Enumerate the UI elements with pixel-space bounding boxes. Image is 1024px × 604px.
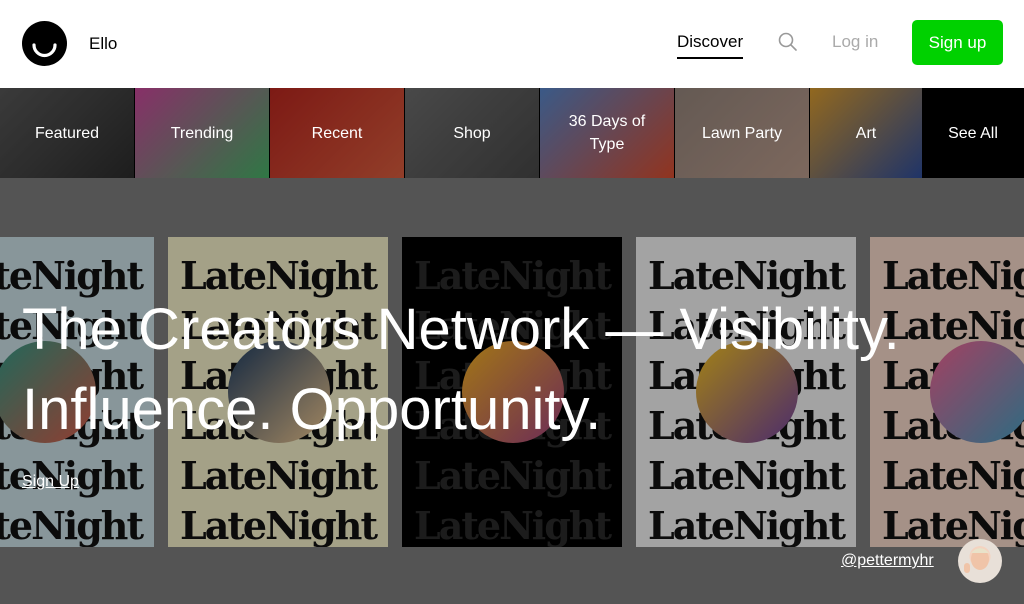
login-link[interactable]: Log in bbox=[832, 32, 878, 52]
category-tile-art[interactable]: Art bbox=[810, 88, 922, 178]
hero-headline: The Creators Network — Visibility. Influ… bbox=[22, 297, 900, 442]
category-tile-shop[interactable]: Shop bbox=[405, 88, 539, 178]
category-label: Art bbox=[855, 124, 877, 142]
nav-discover-link[interactable]: Discover bbox=[677, 32, 744, 59]
ello-logo-icon[interactable] bbox=[22, 21, 67, 66]
top-header: Ello Discover Log in Sign up bbox=[0, 0, 1024, 88]
category-tile-36-days-of-type[interactable]: 36 Days of Type bbox=[540, 88, 674, 178]
category-label: See All bbox=[948, 124, 998, 142]
category-tile-see-all[interactable]: See All bbox=[923, 88, 1023, 178]
category-tile-lawn-party[interactable]: Lawn Party bbox=[675, 88, 809, 178]
signup-button[interactable]: Sign up bbox=[912, 20, 1003, 65]
category-tile-featured[interactable]: Featured bbox=[0, 88, 134, 178]
category-label: Recent bbox=[311, 124, 363, 142]
search-icon[interactable] bbox=[777, 31, 799, 53]
artist-credit-link[interactable]: @pettermyhr bbox=[841, 552, 934, 570]
category-label: 36 Days of Type bbox=[568, 113, 646, 153]
category-label: Trending bbox=[170, 124, 234, 142]
category-tile-recent[interactable]: Recent bbox=[270, 88, 404, 178]
category-strip: Featured Trending Recent Shop 36 Days of Typ… bbox=[0, 88, 1024, 178]
category-tile-trending[interactable]: Trending bbox=[135, 88, 269, 178]
artist-avatar[interactable] bbox=[958, 539, 1002, 583]
category-label: Lawn Party bbox=[701, 124, 783, 142]
brand-name[interactable]: Ello bbox=[89, 34, 117, 54]
category-label: Featured bbox=[34, 124, 100, 142]
hero-section: LateNightLateNightLateNightLateNightLate… bbox=[0, 178, 1024, 604]
category-label: Shop bbox=[453, 124, 491, 142]
hero-signup-link[interactable]: Sign Up bbox=[22, 473, 79, 491]
